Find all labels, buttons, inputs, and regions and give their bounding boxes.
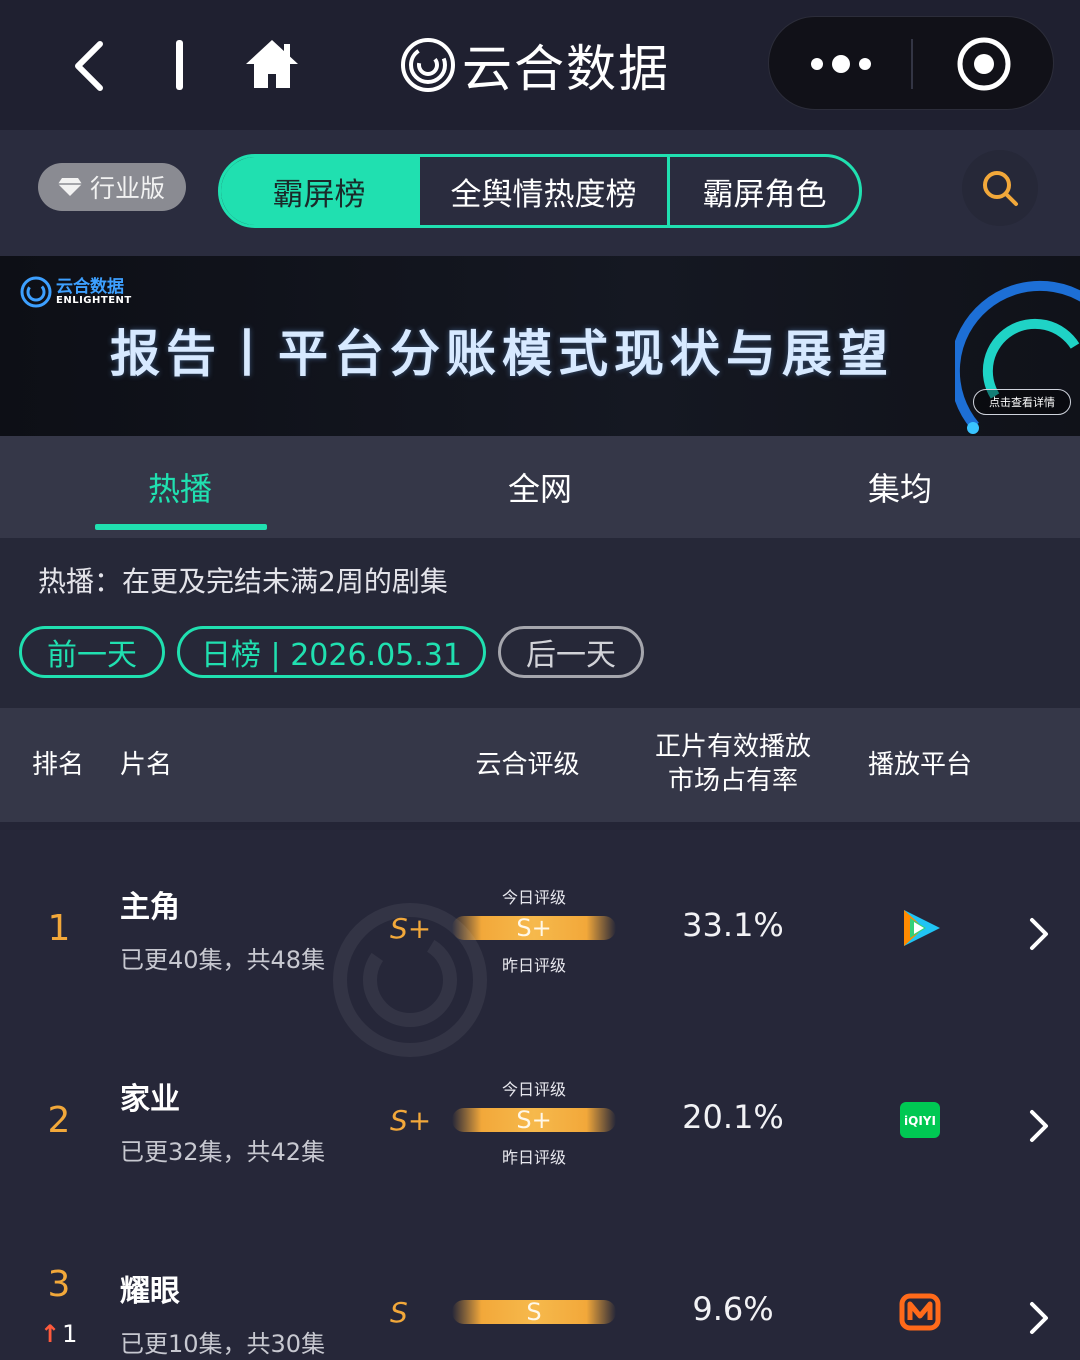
industry-badge-label: 行业版 xyxy=(90,174,166,203)
table-row[interactable]: 1 主角 已更40集，共48集 S+ 今日评级 S+ 昨日评级 33.1% xyxy=(0,830,1080,1022)
yunhe-logo-icon xyxy=(20,276,52,308)
search-button[interactable] xyxy=(962,150,1038,226)
grade-letter: S xyxy=(390,1296,408,1329)
yunhe-logo-icon xyxy=(401,38,455,92)
table-header: 排名 片名 云合评级 正片有效播放 市场占有率 播放平台 xyxy=(0,708,1080,822)
grade-bar-text: S+ xyxy=(516,914,552,942)
date-filter-area: 热播：在更及完结未满2周的剧集 前一天 日榜 | 2026.05.31 后一天 xyxy=(0,538,1080,708)
today-grade-label: 今日评级 xyxy=(501,1080,566,1099)
header-market-share: 正片有效播放 市场占有率 xyxy=(640,730,826,798)
subtab-all-network[interactable]: 全网 xyxy=(420,436,660,538)
tab-top-roles[interactable]: 霸屏角色 xyxy=(667,157,859,225)
banner-logo-cn: 云合数据 xyxy=(56,276,124,297)
search-icon xyxy=(983,171,1018,206)
grade-bar-text: S+ xyxy=(516,1106,552,1134)
app-title-group: 云合数据 xyxy=(400,30,670,100)
market-share: 9.6% xyxy=(692,1290,774,1328)
tencent-video-icon xyxy=(904,910,940,946)
banner-logo-en: ENLIGHTENT xyxy=(56,294,132,306)
rank-number: 1 xyxy=(47,908,71,949)
grade-bar-text: S xyxy=(526,1298,542,1326)
tab-bapingbang[interactable]: 霸屏榜 xyxy=(221,157,417,225)
app-title: 云合数据 xyxy=(462,40,670,98)
chevron-right-icon[interactable] xyxy=(1024,914,1052,954)
header-share-line1: 正片有效播放 xyxy=(654,732,811,762)
header-rank: 排名 xyxy=(32,750,85,780)
ranking-list: 1 主角 已更40集，共48集 S+ 今日评级 S+ 昨日评级 33.1% 2 … xyxy=(0,822,1080,1360)
mini-program-capsule xyxy=(768,16,1054,110)
header-title: 片名 xyxy=(120,750,173,780)
rank-change: ↑ 1 xyxy=(40,1320,77,1348)
arrow-up-icon: ↑ xyxy=(40,1320,61,1348)
rank-number: 2 xyxy=(47,1100,71,1141)
svg-text:iQIYI: iQIYI xyxy=(904,1114,936,1128)
drama-title: 耀眼 xyxy=(120,1274,180,1309)
filter-description: 热播：在更及完结未满2周的剧集 xyxy=(38,565,448,598)
iqiyi-icon: iQIYI xyxy=(900,1102,940,1138)
active-subtab-indicator xyxy=(95,524,267,530)
table-row[interactable]: 2 家业 已更32集，共42集 S+ 今日评级 S+ 昨日评级 20.1% iQ… xyxy=(0,1022,1080,1214)
date-picker-button[interactable]: 日榜 | 2026.05.31 xyxy=(177,626,486,678)
chevron-right-icon[interactable] xyxy=(1024,1298,1052,1338)
grade-letter: S+ xyxy=(390,1104,432,1137)
yesterday-grade-label: 昨日评级 xyxy=(501,956,566,975)
table-row[interactable]: 3 ↑ 1 耀眼 已更10集，共30集 S S 9.6% xyxy=(0,1214,1080,1360)
capsule-divider xyxy=(911,39,913,89)
top-navigation-bar: 云合数据 xyxy=(0,0,1080,130)
grade-letter: S+ xyxy=(390,912,432,945)
diamond-icon xyxy=(58,178,82,196)
subtab-per-episode[interactable]: 集均 xyxy=(780,436,1020,538)
drama-title: 主角 xyxy=(120,890,180,925)
header-share-line2: 市场占有率 xyxy=(667,766,798,796)
chevron-right-icon[interactable] xyxy=(1024,1106,1052,1146)
subtab-hot[interactable]: 热播 xyxy=(60,436,300,538)
target-icon[interactable] xyxy=(955,35,1013,93)
episode-progress: 已更10集，共30集 xyxy=(120,1330,326,1358)
tab-public-opinion-heat[interactable]: 全舆情热度榜 xyxy=(417,157,667,225)
yesterday-grade-label: 昨日评级 xyxy=(501,1148,566,1167)
nav-divider xyxy=(176,40,183,90)
ranking-segmented-control: 霸屏榜 全舆情热度榜 霸屏角色 xyxy=(218,154,862,228)
episode-progress: 已更32集，共42集 xyxy=(120,1138,326,1166)
banner-title: 报告丨平台分账模式现状与展望 xyxy=(110,325,894,383)
header-grade: 云合评级 xyxy=(475,750,580,780)
market-share: 33.1% xyxy=(682,906,784,944)
drama-title: 家业 xyxy=(120,1082,180,1117)
rank-change-value: 1 xyxy=(62,1320,78,1348)
mango-tv-icon xyxy=(899,1293,941,1331)
more-dots-icon[interactable] xyxy=(799,41,883,87)
industry-edition-badge[interactable]: 行业版 xyxy=(38,163,186,211)
subtab-bar: 热播 全网 集均 xyxy=(0,436,1080,538)
rank-number: 3 xyxy=(47,1264,71,1305)
banner-view-details-button[interactable]: 点击查看详情 xyxy=(973,389,1071,415)
header-platform: 播放平台 xyxy=(867,750,972,780)
banner-logo: 云合数据 ENLIGHTENT xyxy=(20,276,132,308)
ranking-tab-header: 行业版 霸屏榜 全舆情热度榜 霸屏角色 xyxy=(0,130,1080,256)
home-icon[interactable] xyxy=(242,36,302,92)
market-share: 20.1% xyxy=(682,1098,784,1136)
previous-day-button[interactable]: 前一天 xyxy=(19,626,165,678)
next-day-button[interactable]: 后一天 xyxy=(498,626,644,678)
report-banner[interactable]: 云合数据 ENLIGHTENT 报告丨平台分账模式现状与展望 点击查看详情 xyxy=(0,256,1080,436)
today-grade-label: 今日评级 xyxy=(501,888,566,907)
chevron-left-icon[interactable] xyxy=(66,38,116,94)
episode-progress: 已更40集，共48集 xyxy=(120,946,326,974)
